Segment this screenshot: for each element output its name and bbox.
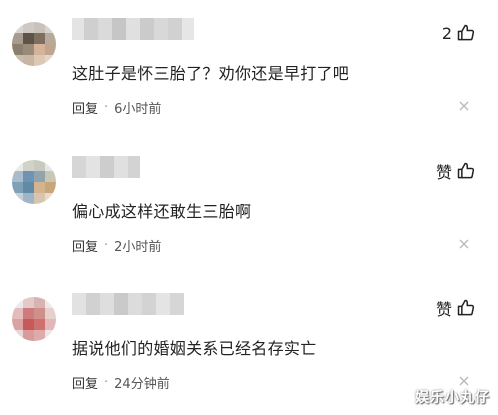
like-count: 2 — [441, 23, 452, 43]
comment-item: 赞 偏心成这样还敢生三胎啊 回复 · 2小时前 — [0, 148, 498, 278]
meta-separator: · — [104, 375, 109, 390]
timestamp: 2小时前 — [114, 240, 162, 255]
username-blurred[interactable] — [72, 18, 194, 40]
like-button[interactable]: 2 — [442, 22, 476, 44]
like-button[interactable]: 赞 — [436, 160, 476, 182]
reply-button[interactable]: 回复 — [72, 236, 98, 255]
watermark: 娱乐小丸仔 — [415, 390, 490, 406]
avatar[interactable] — [12, 160, 56, 204]
timestamp: 24分钟前 — [114, 377, 170, 392]
close-icon[interactable] — [458, 100, 470, 112]
close-icon[interactable] — [458, 375, 470, 387]
like-label: 赞 — [435, 300, 452, 319]
thumb-up-icon — [457, 299, 475, 316]
comment-text: 这肚子是怀三胎了？劝你还是早打了吧 — [72, 64, 350, 83]
timestamp: 6小时前 — [114, 102, 162, 117]
username-blurred[interactable] — [72, 156, 140, 178]
username-blurred[interactable] — [72, 293, 184, 315]
close-icon[interactable] — [458, 238, 470, 250]
like-button[interactable]: 赞 — [436, 297, 476, 319]
comment-meta: 回复 · 2小时前 — [72, 236, 161, 255]
comment-meta: 回复 · 24分钟前 — [72, 373, 170, 392]
thumb-up-icon — [457, 24, 475, 41]
comment-meta: 回复 · 6小时前 — [72, 98, 161, 117]
avatar[interactable] — [12, 22, 56, 66]
avatar[interactable] — [12, 297, 56, 341]
reply-button[interactable]: 回复 — [72, 98, 98, 117]
comment-text: 偏心成这样还敢生三胎啊 — [72, 202, 252, 221]
meta-separator: · — [104, 238, 109, 253]
comment-item: 2 这肚子是怀三胎了？劝你还是早打了吧 回复 · 6小时前 — [0, 10, 498, 140]
like-label: 赞 — [435, 163, 452, 182]
reply-button[interactable]: 回复 — [72, 373, 98, 392]
comment-text: 据说他们的婚姻关系已经名存实亡 — [72, 339, 317, 358]
meta-separator: · — [104, 100, 109, 115]
thumb-up-icon — [457, 162, 475, 179]
